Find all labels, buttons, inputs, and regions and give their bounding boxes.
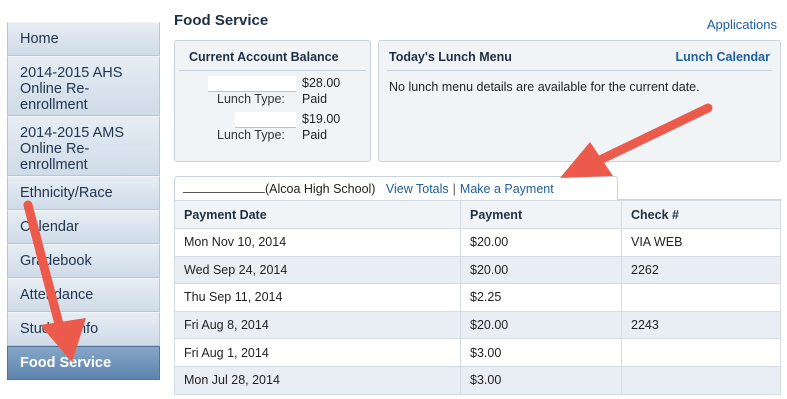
table-row: Fri Aug 1, 2014 $3.00 — [174, 338, 781, 367]
table-row: Mon Jul 28, 2014 $3.00 — [174, 365, 781, 395]
payment-amount-cell: $20.00 — [460, 228, 622, 257]
balance-row: $19.00 Lunch Type: Paid — [175, 107, 370, 143]
student-name-redacted — [208, 76, 296, 92]
payment-date-cell: Mon Jul 28, 2014 — [174, 365, 461, 395]
balance-row: $28.00 Lunch Type: Paid — [175, 71, 370, 107]
payment-amount-cell: $20.00 — [460, 255, 622, 285]
check-number-cell — [621, 338, 781, 367]
student-name-redacted — [183, 183, 265, 193]
payment-date-cell: Fri Aug 1, 2014 — [174, 338, 461, 367]
lunch-type-label: Lunch Type: — [217, 128, 285, 142]
payment-date-cell: Fri Aug 8, 2014 — [174, 310, 461, 340]
column-header-payment: Payment — [460, 200, 622, 229]
account-balance-panel: Current Account Balance $28.00 Lunch Typ… — [174, 40, 371, 162]
lunch-menu-panel: Today's Lunch Menu Lunch Calendar No lun… — [378, 40, 781, 162]
column-header-check: Check # — [621, 200, 781, 229]
page-title: Food Service — [174, 12, 269, 29]
table-header-row: Payment Date Payment Check # — [174, 200, 781, 229]
payment-date-cell: Mon Nov 10, 2014 — [174, 228, 461, 257]
lunch-menu-header: Today's Lunch Menu Lunch Calendar — [387, 41, 772, 71]
sidebar-item-ethnicity-race[interactable]: Ethnicity/Race — [7, 176, 160, 210]
payment-amount-cell: $2.25 — [460, 283, 622, 312]
balance-amount: $28.00 — [302, 76, 341, 90]
sidebar-item-food-service[interactable]: Food Service — [7, 346, 160, 380]
sidebar-item-ams-reenrollment[interactable]: 2014-2015 AMS Online Re-enrollment — [7, 116, 160, 176]
check-number-cell: VIA WEB — [621, 228, 781, 257]
payments-table: Payment Date Payment Check # Mon Nov 10,… — [174, 200, 781, 395]
payment-amount-cell: $3.00 — [460, 338, 622, 367]
table-row: Wed Sep 24, 2014 $20.00 2262 — [174, 255, 781, 285]
check-number-cell: 2243 — [621, 310, 781, 340]
payment-date-cell: Wed Sep 24, 2014 — [174, 255, 461, 285]
column-header-payment-date: Payment Date — [174, 200, 461, 229]
sidebar-item-student-info[interactable]: Student Info — [7, 312, 160, 346]
check-number-cell — [621, 283, 781, 312]
view-totals-link[interactable]: View Totals — [386, 182, 449, 196]
table-row: Mon Nov 10, 2014 $20.00 VIA WEB — [174, 228, 781, 257]
make-payment-link[interactable]: Make a Payment — [460, 182, 554, 196]
sidebar-item-ahs-reenrollment[interactable]: 2014-2015 AHS Online Re-enrollment — [7, 56, 160, 116]
check-number-cell: 2262 — [621, 255, 781, 285]
lunch-type-label: Lunch Type: — [217, 92, 285, 106]
payment-amount-cell: $20.00 — [460, 310, 622, 340]
lunch-type-value: Paid — [302, 92, 328, 106]
table-row: Thu Sep 11, 2014 $2.25 — [174, 283, 781, 312]
table-row: Fri Aug 8, 2014 $20.00 2243 — [174, 310, 781, 340]
payment-amount-cell: $3.00 — [460, 365, 622, 395]
sidebar-item-attendance[interactable]: Attendance — [7, 278, 160, 312]
tab-student-payments[interactable]: (Alcoa High School) View Totals | Make a P… — [174, 176, 618, 201]
link-separator: | — [452, 182, 456, 196]
applications-link[interactable]: Applications — [707, 17, 777, 32]
sidebar-item-calendar[interactable]: Calendar — [7, 210, 160, 244]
lunch-type-value: Paid — [302, 128, 328, 142]
school-name: (Alcoa High School) — [265, 182, 376, 196]
account-balance-title: Current Account Balance — [179, 41, 366, 71]
balance-amount: $19.00 — [302, 112, 341, 126]
lunch-menu-message: No lunch menu details are available for … — [389, 80, 700, 94]
student-name-redacted — [235, 112, 296, 128]
check-number-cell — [621, 365, 781, 395]
sidebar-item-home[interactable]: Home — [7, 22, 160, 56]
sidebar-nav: Home 2014-2015 AHS Online Re-enrollment … — [7, 22, 160, 380]
lunch-calendar-link[interactable]: Lunch Calendar — [676, 50, 770, 64]
payment-tabbar: (Alcoa High School) View Totals | Make a P… — [174, 174, 781, 201]
payment-date-cell: Thu Sep 11, 2014 — [174, 283, 461, 312]
lunch-menu-title: Today's Lunch Menu — [389, 50, 512, 64]
sidebar-item-gradebook[interactable]: Gradebook — [7, 244, 160, 278]
